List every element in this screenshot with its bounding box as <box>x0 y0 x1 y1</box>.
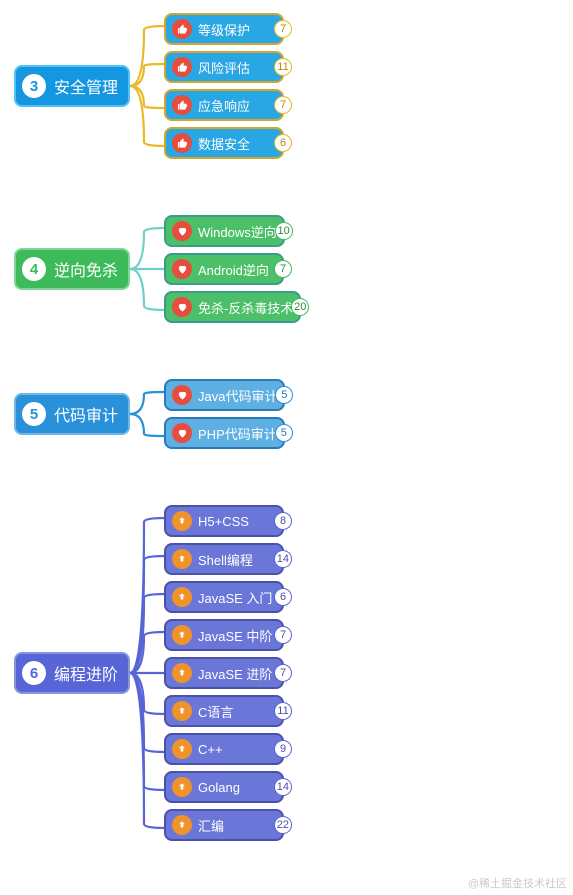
mindmap: 3 安全管理 等级保护 7 风险评估 11 <box>0 0 573 844</box>
root-number: 6 <box>22 661 46 685</box>
child-label: Windows逆向 <box>198 222 277 241</box>
arrow-up-icon <box>172 777 192 797</box>
child-node-shell[interactable]: Shell编程 14 <box>164 543 284 575</box>
child-count: 14 <box>274 550 292 568</box>
child-count: 7 <box>274 20 292 38</box>
thumb-up-icon <box>172 57 192 77</box>
watermark: @稀土掘金技术社区 <box>468 875 567 891</box>
arrow-up-icon <box>172 587 192 607</box>
section-reverse-evasion: 4 逆向免杀 Windows逆向 10 Android逆向 7 <box>14 212 573 326</box>
child-label: JavaSE 进阶 <box>198 664 272 683</box>
child-label: H5+CSS <box>198 514 249 529</box>
child-count: 7 <box>274 664 292 682</box>
child-label: C语言 <box>198 702 233 721</box>
child-node-android-reverse[interactable]: Android逆向 7 <box>164 253 284 285</box>
child-node-c-lang[interactable]: C语言 11 <box>164 695 284 727</box>
connector <box>130 502 164 844</box>
arrow-up-icon <box>172 549 192 569</box>
child-count: 8 <box>274 512 292 530</box>
root-label: 安全管理 <box>54 74 118 98</box>
child-node-risk-assessment[interactable]: 风险评估 11 <box>164 51 284 83</box>
child-node-java-audit[interactable]: Java代码审计 5 <box>164 379 285 411</box>
child-count: 7 <box>274 260 292 278</box>
child-node-av-evasion[interactable]: 免杀-反杀毒技术 20 <box>164 291 301 323</box>
child-count: 22 <box>274 816 292 834</box>
heart-icon <box>172 259 192 279</box>
child-node-javase-adv[interactable]: JavaSE 进阶 7 <box>164 657 284 689</box>
children: Java代码审计 5 PHP代码审计 5 <box>164 379 285 449</box>
root-label: 逆向免杀 <box>54 257 118 281</box>
child-node-level-protection[interactable]: 等级保护 7 <box>164 13 284 45</box>
root-node-5[interactable]: 5 代码审计 <box>14 393 130 435</box>
children: H5+CSS 8 Shell编程 14 JavaSE 入门 6 JavaSE 中… <box>164 505 284 841</box>
child-node-data-security[interactable]: 数据安全 6 <box>164 127 284 159</box>
child-node-javase-mid[interactable]: JavaSE 中阶 7 <box>164 619 284 651</box>
child-count: 5 <box>275 424 293 442</box>
child-count: 7 <box>274 626 292 644</box>
child-count: 5 <box>275 386 293 404</box>
thumb-up-icon <box>172 19 192 39</box>
thumb-up-icon <box>172 133 192 153</box>
child-count: 6 <box>274 588 292 606</box>
child-label: C++ <box>198 742 223 757</box>
child-count: 7 <box>274 96 292 114</box>
root-label: 编程进阶 <box>54 661 118 685</box>
child-node-assembly[interactable]: 汇编 22 <box>164 809 284 841</box>
child-label: 风险评估 <box>198 58 250 77</box>
arrow-up-icon <box>172 625 192 645</box>
heart-icon <box>172 297 192 317</box>
root-node-6[interactable]: 6 编程进阶 <box>14 652 130 694</box>
child-label: PHP代码审计 <box>198 424 277 443</box>
child-node-golang[interactable]: Golang 14 <box>164 771 284 803</box>
root-number: 3 <box>22 74 46 98</box>
thumb-up-icon <box>172 95 192 115</box>
child-node-javase-basic[interactable]: JavaSE 入门 6 <box>164 581 284 613</box>
heart-icon <box>172 221 192 241</box>
child-node-h5-css[interactable]: H5+CSS 8 <box>164 505 284 537</box>
root-label: 代码审计 <box>54 402 118 426</box>
arrow-up-icon <box>172 739 192 759</box>
child-count: 11 <box>274 58 292 76</box>
child-count: 10 <box>275 222 293 240</box>
arrow-up-icon <box>172 663 192 683</box>
connector <box>130 212 164 326</box>
connector <box>130 10 164 162</box>
child-label: JavaSE 入门 <box>198 588 272 607</box>
root-node-3[interactable]: 3 安全管理 <box>14 65 130 107</box>
child-label: Shell编程 <box>198 550 253 569</box>
child-count: 14 <box>274 778 292 796</box>
heart-icon <box>172 423 192 443</box>
child-label: Java代码审计 <box>198 386 277 405</box>
child-node-cpp[interactable]: C++ 9 <box>164 733 284 765</box>
child-count: 11 <box>274 702 292 720</box>
child-node-windows-reverse[interactable]: Windows逆向 10 <box>164 215 285 247</box>
child-label: 免杀-反杀毒技术 <box>198 298 293 317</box>
children: Windows逆向 10 Android逆向 7 免杀-反杀毒技术 20 <box>164 215 301 323</box>
section-programming-advanced: 6 编程进阶 H5+CSS 8 <box>14 502 573 844</box>
connector <box>130 376 164 452</box>
arrow-up-icon <box>172 701 192 721</box>
child-label: 数据安全 <box>198 134 250 153</box>
root-number: 5 <box>22 402 46 426</box>
child-count: 9 <box>274 740 292 758</box>
child-count: 20 <box>291 298 309 316</box>
child-label: Android逆向 <box>198 260 269 279</box>
child-label: 汇编 <box>198 816 224 835</box>
root-node-4[interactable]: 4 逆向免杀 <box>14 248 130 290</box>
arrow-up-icon <box>172 815 192 835</box>
child-label: JavaSE 中阶 <box>198 626 272 645</box>
section-code-audit: 5 代码审计 Java代码审计 5 PHP代码审计 5 <box>14 376 573 452</box>
child-label: 等级保护 <box>198 20 250 39</box>
child-node-php-audit[interactable]: PHP代码审计 5 <box>164 417 285 449</box>
heart-icon <box>172 385 192 405</box>
child-label: 应急响应 <box>198 96 250 115</box>
arrow-up-icon <box>172 511 192 531</box>
child-node-incident-response[interactable]: 应急响应 7 <box>164 89 284 121</box>
child-label: Golang <box>198 780 240 795</box>
section-security-management: 3 安全管理 等级保护 7 风险评估 11 <box>14 10 573 162</box>
child-count: 6 <box>274 134 292 152</box>
children: 等级保护 7 风险评估 11 应急响应 7 数据安全 6 <box>164 13 284 159</box>
root-number: 4 <box>22 257 46 281</box>
